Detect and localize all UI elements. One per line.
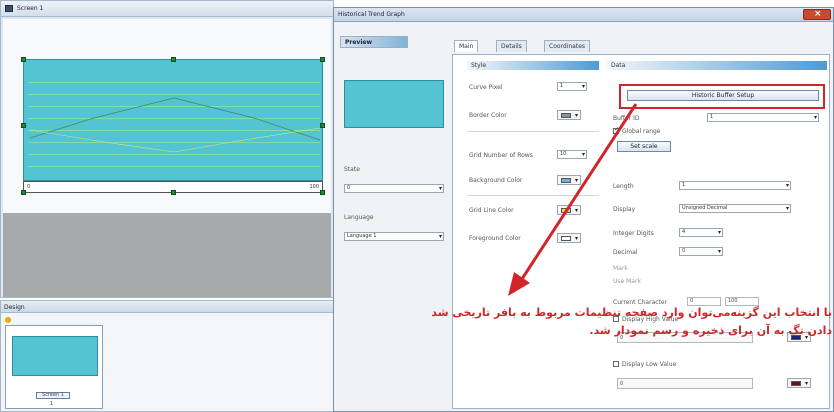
curve-pixel-label: Curve Pixel (469, 84, 503, 91)
display-low-value-input[interactable]: 0 (617, 378, 753, 389)
foreground-color-picker[interactable]: ▾ (557, 233, 581, 243)
screen-editor-window: Screen 1 0 100 (0, 0, 334, 298)
background-color-label: Background Color (469, 177, 523, 184)
display-low-value-checkbox[interactable] (613, 361, 619, 367)
length-label: Length (613, 183, 634, 190)
border-color-label: Border Color (469, 112, 507, 119)
resize-handle[interactable] (21, 190, 26, 195)
foreground-color-label: Foreground Color (469, 235, 521, 242)
decimal-label: Decimal (613, 249, 638, 256)
current-character-label: Current Character (613, 299, 668, 306)
display-format-dropdown[interactable]: Unsigned Decimal (679, 204, 791, 213)
gridline-color-swatch (561, 208, 571, 213)
low-value-color-picker[interactable]: ▾ (787, 378, 811, 388)
dialog-title: Historical Trend Graph (338, 11, 405, 18)
length-dropdown[interactable]: 1 (679, 181, 791, 190)
use-mark-label: Use Mark (613, 278, 641, 285)
global-range-label: Global range (622, 128, 661, 135)
resize-handle[interactable] (21, 57, 26, 62)
screen-marker-icon (5, 317, 11, 323)
gridline-color-picker[interactable]: ▾ (557, 205, 581, 215)
data-section-header: Data (607, 61, 827, 70)
screen-thumbnail-number: 1 (50, 401, 54, 407)
axis-start-label: 0 (27, 184, 31, 190)
integer-digits-label: Integer Digits (613, 230, 654, 237)
display-low-value-label: Display Low Value (622, 361, 677, 368)
separator (467, 195, 599, 196)
tab-details[interactable]: Details (496, 40, 527, 52)
screen-thumbnail-preview (12, 336, 98, 376)
language-label: Language (344, 214, 374, 221)
current-character-max-input[interactable]: 100 (725, 297, 759, 306)
low-value-color-swatch (791, 381, 801, 386)
decimal-dropdown[interactable]: 0 (679, 247, 723, 256)
trend-preview-image (344, 80, 444, 128)
integer-digits-dropdown[interactable]: 4 (679, 228, 723, 237)
current-character-input[interactable]: 0 (687, 297, 721, 306)
border-color-picker[interactable]: ▾ (557, 110, 581, 120)
preview-section-header: Preview (340, 36, 408, 48)
annotation-text-line-2: دادن تگ به آن برای ذخیره و رسم نمودار شد… (589, 324, 832, 337)
trend-graph-background (23, 59, 323, 181)
background-color-swatch (561, 178, 571, 183)
border-color-swatch (561, 113, 571, 118)
state-dropdown[interactable]: 0 (344, 184, 444, 193)
grid-rows-label: Grid Number of Rows (469, 152, 533, 159)
close-button[interactable]: × (803, 9, 831, 20)
screen-thumbnail-panel: Design Screen 1 1 (0, 300, 334, 412)
set-scale-button[interactable]: Set scale (617, 141, 671, 152)
highlight-rectangle (619, 84, 825, 109)
state-label: State (344, 166, 360, 173)
foreground-color-swatch (561, 236, 571, 241)
screen-editor-titlebar[interactable]: Screen 1 (1, 1, 333, 17)
curve-pixel-dropdown[interactable]: 1 (557, 82, 587, 91)
thumbnail-panel-header: Design (1, 301, 333, 313)
resize-handle[interactable] (320, 123, 325, 128)
dialog-titlebar[interactable]: Historical Trend Graph × (334, 8, 833, 22)
close-icon: × (814, 9, 822, 19)
display-label: Display (613, 206, 636, 213)
resize-handle[interactable] (171, 57, 176, 62)
style-section-header: Style (467, 61, 599, 70)
annotation-text-line-1: با انتخاب این گزینه‌می‌توان وارد صفحه تن… (431, 306, 832, 319)
buffer-id-label: Buffer ID (613, 115, 640, 122)
resize-handle[interactable] (21, 123, 26, 128)
thumbnail-panel-title: Design (4, 304, 25, 311)
mark-label: Mark (613, 265, 628, 272)
resize-handle[interactable] (320, 57, 325, 62)
trend-curve (29, 97, 321, 153)
separator (467, 131, 599, 132)
screen-icon (5, 5, 13, 12)
grid-rows-spinner[interactable]: 10 (557, 150, 587, 159)
tab-coordinates[interactable]: Coordinates (544, 40, 591, 52)
gridline-color-label: Grid Line Color (469, 207, 514, 214)
screen-editor-title: Screen 1 (17, 5, 44, 12)
resize-handle[interactable] (171, 190, 176, 195)
canvas-outside-area (3, 213, 331, 297)
buffer-id-dropdown[interactable]: 1 (707, 113, 819, 122)
trend-graph-widget[interactable]: 0 100 (21, 57, 325, 195)
screen-thumbnail[interactable]: Screen 1 1 (5, 325, 103, 409)
background-color-picker[interactable]: ▾ (557, 175, 581, 185)
tab-main[interactable]: Main (454, 40, 479, 52)
global-range-checkbox[interactable]: ✓ (613, 126, 620, 134)
screen-thumbnail-name: Screen 1 (36, 392, 70, 399)
resize-handle[interactable] (320, 190, 325, 195)
checkmark-icon: ✓ (614, 126, 620, 133)
historical-trend-graph-dialog: Historical Trend Graph × Preview State 0… (333, 7, 834, 412)
language-dropdown[interactable]: Language 1 (344, 232, 444, 241)
axis-end-label: 100 (309, 184, 319, 190)
